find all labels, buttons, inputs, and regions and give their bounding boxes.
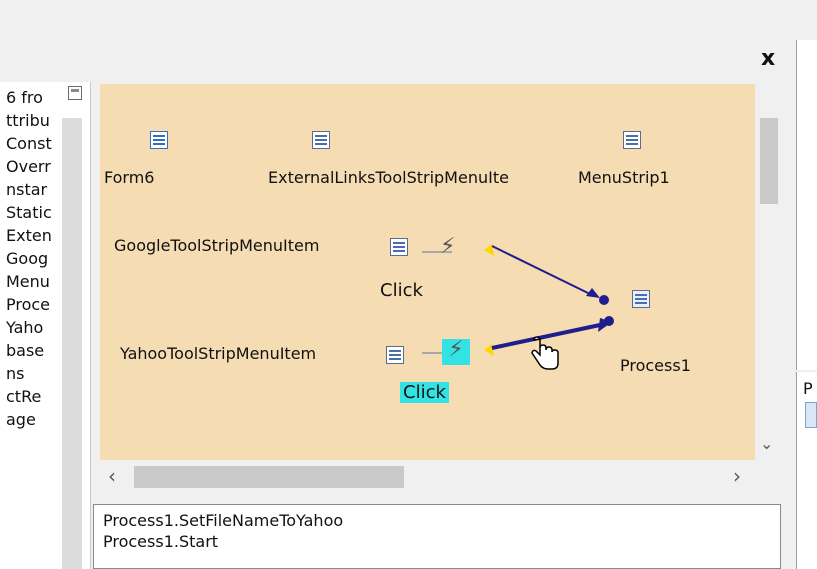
- tree-item[interactable]: age: [6, 410, 64, 429]
- tree-item[interactable]: ttribu: [6, 111, 64, 130]
- code-line[interactable]: Process1.Start: [103, 532, 218, 551]
- external-links-label[interactable]: ExternalLinksToolStripMenuIte: [268, 168, 509, 187]
- tree-item[interactable]: Static: [6, 203, 64, 222]
- horizontal-scroll-thumb[interactable]: [134, 466, 404, 488]
- lightning-icon-selected[interactable]: ⚡: [442, 339, 470, 365]
- right-panel-badge[interactable]: [805, 402, 817, 428]
- code-pane[interactable]: Process1.SetFileNameToYahoo Process1.Sta…: [93, 504, 781, 569]
- tree-item[interactable]: Exten: [6, 226, 64, 245]
- google-click-event-label[interactable]: Click: [380, 280, 423, 301]
- left-vertical-scrollbar[interactable]: [62, 118, 82, 569]
- tree-item[interactable]: Menu: [6, 272, 64, 291]
- yahoo-click-event-label[interactable]: Click: [400, 382, 449, 403]
- menu-item-icon[interactable]: [312, 131, 330, 149]
- tree-item[interactable]: Goog: [6, 249, 64, 268]
- google-item-label[interactable]: GoogleToolStripMenuItem: [114, 236, 319, 255]
- yahoo-item-label[interactable]: YahooToolStripMenuItem: [120, 344, 316, 363]
- process-icon[interactable]: [632, 290, 650, 308]
- process-label[interactable]: Process1: [620, 356, 691, 375]
- scroll-down-icon[interactable]: ⌄: [760, 434, 773, 453]
- tree-item[interactable]: base: [6, 341, 64, 360]
- code-line[interactable]: Process1.SetFileNameToYahoo: [103, 511, 343, 530]
- menu-item-icon[interactable]: [386, 346, 404, 364]
- form-icon[interactable]: [150, 131, 168, 149]
- form6-label[interactable]: Form6: [104, 168, 154, 187]
- menu-item-icon[interactable]: [390, 238, 408, 256]
- scroll-right-icon[interactable]: ›: [733, 464, 741, 488]
- close-button[interactable]: x: [761, 46, 775, 71]
- tree-item[interactable]: Yaho: [6, 318, 64, 337]
- left-collapse-button[interactable]: [68, 86, 82, 100]
- tree-item[interactable]: ns: [6, 364, 64, 383]
- tree-item[interactable]: Const: [6, 134, 64, 153]
- tree-item[interactable]: nstar: [6, 180, 64, 199]
- tree-item[interactable]: ctRe: [6, 387, 64, 406]
- scroll-left-icon[interactable]: ‹: [108, 464, 116, 488]
- lightning-icon[interactable]: ⚡: [440, 236, 455, 258]
- tree-item[interactable]: Overr: [6, 157, 64, 176]
- right-panel[interactable]: [796, 40, 817, 370]
- hand-cursor-icon: [531, 336, 559, 370]
- menu-strip-label[interactable]: MenuStrip1: [578, 168, 670, 187]
- tree-item[interactable]: Proce: [6, 295, 64, 314]
- menu-strip-icon[interactable]: [623, 131, 641, 149]
- vertical-scroll-thumb[interactable]: [760, 118, 778, 204]
- tree-item[interactable]: 6 fro: [6, 88, 64, 107]
- designer-canvas[interactable]: [100, 84, 755, 460]
- right-panel-label: P: [803, 379, 813, 398]
